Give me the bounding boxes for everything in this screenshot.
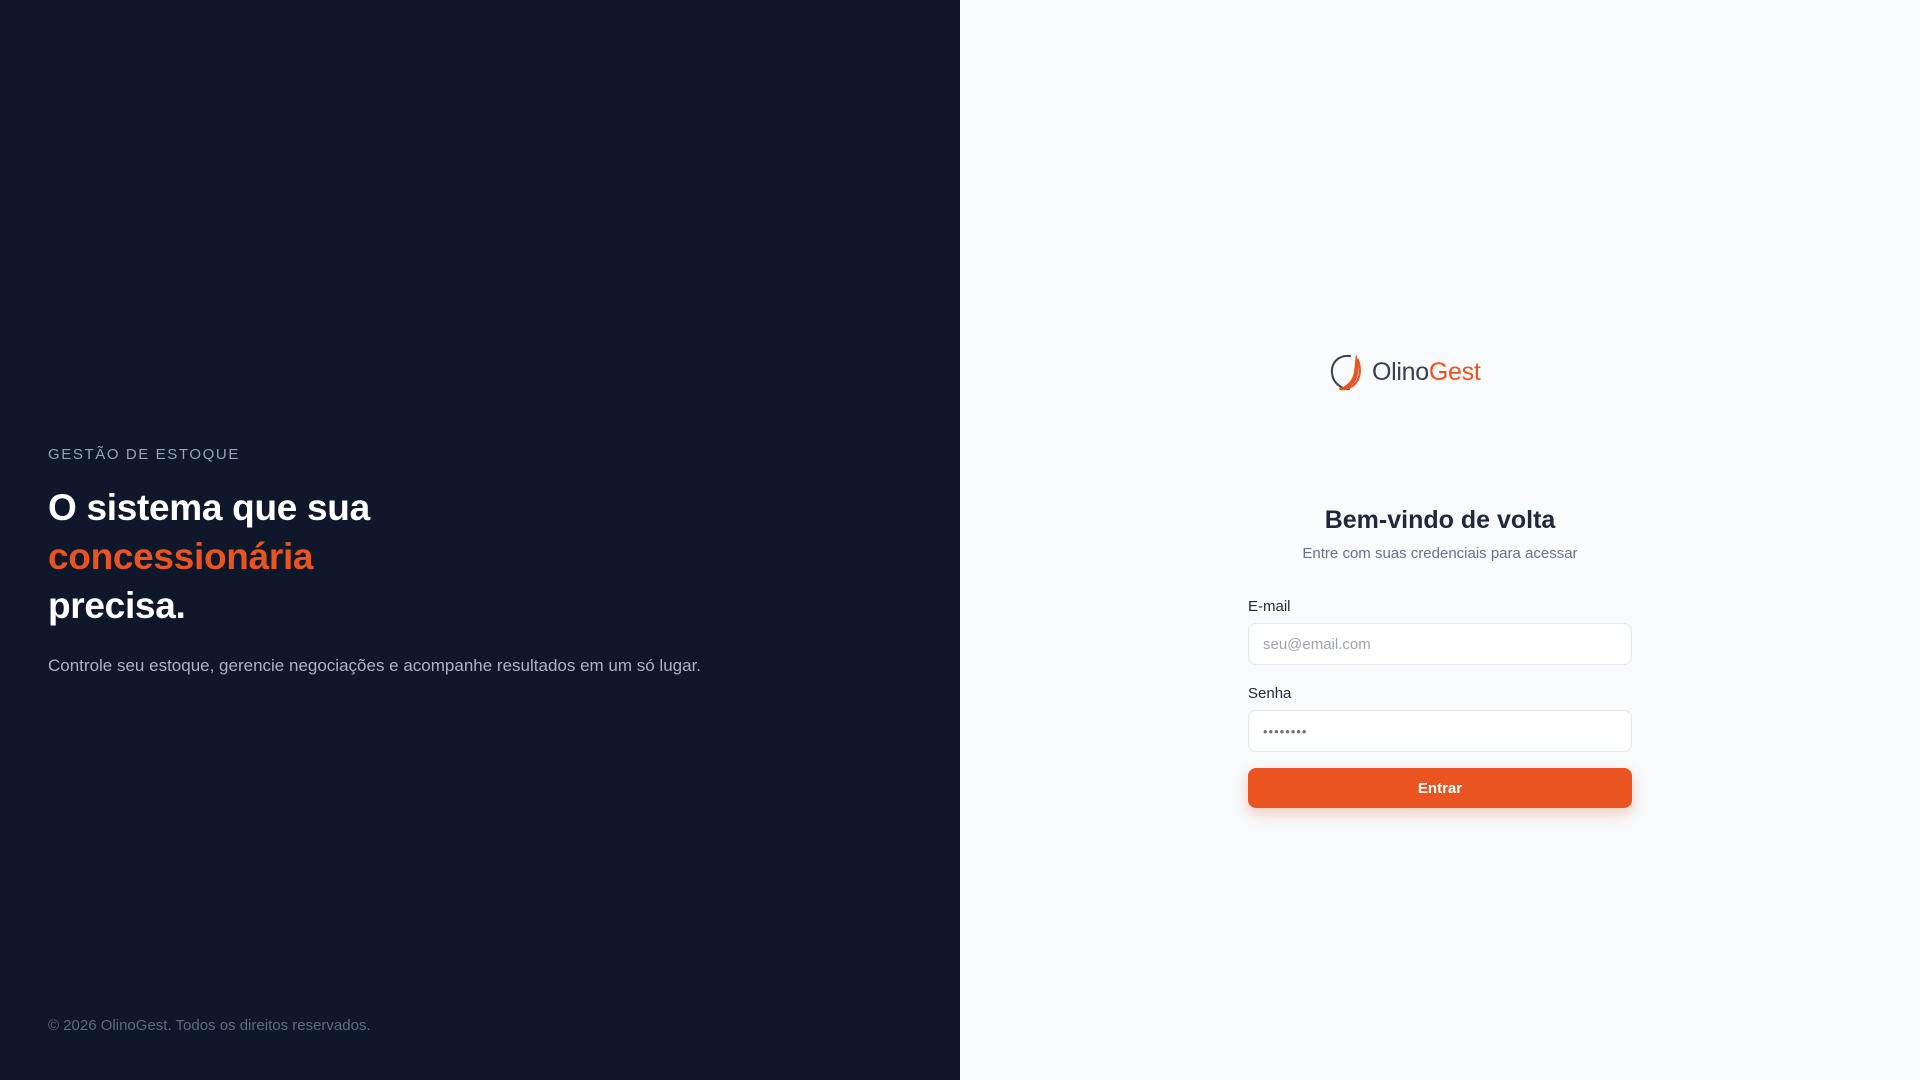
password-placeholder: •••••••• xyxy=(1263,723,1308,739)
headline-line-1: O sistema que sua xyxy=(48,487,370,528)
crescent-logo-icon xyxy=(1328,350,1368,394)
login-subtitle: Entre com suas credenciais para acessar xyxy=(1302,545,1578,562)
email-label: E-mail xyxy=(1248,598,1291,615)
brand-wordmark: OlinoGest xyxy=(1372,357,1481,387)
login-panel: OlinoGest Bem-vindo de volta Entre com s… xyxy=(960,0,1920,1080)
password-label: Senha xyxy=(1248,685,1292,702)
hero-eyebrow: GESTÃO DE ESTOQUE xyxy=(48,446,240,463)
login-title: Bem-vindo de volta xyxy=(1324,506,1556,534)
email-field[interactable] xyxy=(1248,623,1632,665)
copyright-footer: © 2026 OlinoGest. Todos os direitos rese… xyxy=(48,1017,371,1034)
hero-headline: O sistema que sua concessionária precisa… xyxy=(48,483,908,630)
headline-line-3: precisa. xyxy=(48,585,186,626)
brand-logo: OlinoGest xyxy=(1328,350,1481,394)
login-form: Bem-vindo de volta Entre com suas creden… xyxy=(1248,506,1632,808)
login-page: GESTÃO DE ESTOQUE O sistema que sua conc… xyxy=(0,0,1920,1080)
brand-name-part2: Gest xyxy=(1428,357,1481,386)
hero-subtitle: Controle seu estoque, gerencie negociaçõ… xyxy=(48,656,702,675)
brand-name-part1: Olino xyxy=(1372,357,1429,386)
hero-content: GESTÃO DE ESTOQUE O sistema que sua conc… xyxy=(48,446,908,678)
hero-panel: GESTÃO DE ESTOQUE O sistema que sua conc… xyxy=(0,0,960,1080)
password-field[interactable]: •••••••• xyxy=(1248,710,1632,752)
submit-button[interactable]: Entrar xyxy=(1248,768,1632,808)
headline-accent: concessionária xyxy=(48,536,314,577)
